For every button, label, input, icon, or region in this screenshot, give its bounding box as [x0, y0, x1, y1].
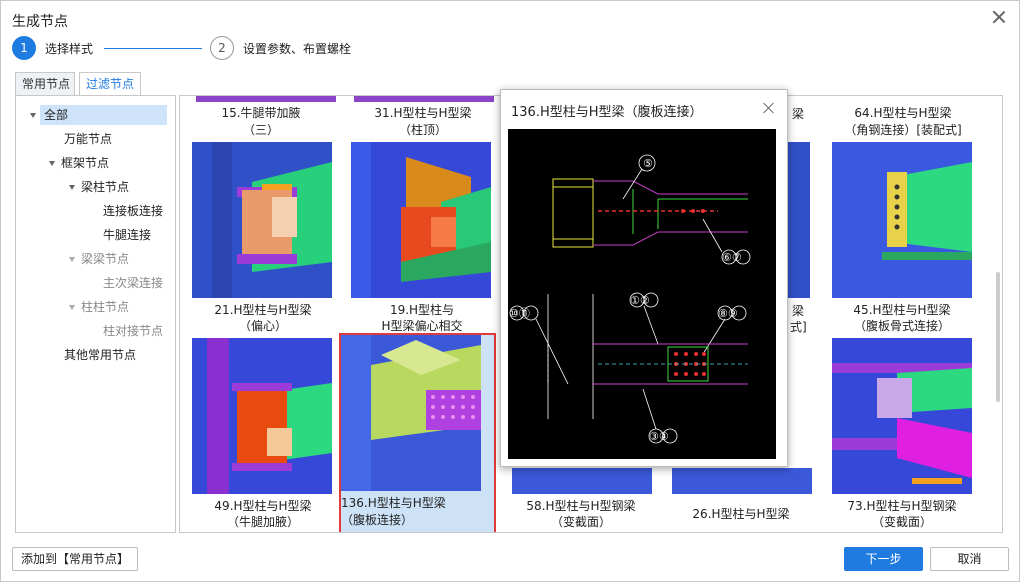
node-thumbnail: [832, 338, 972, 494]
node-caption: （变截面）: [550, 515, 611, 529]
node-caption: （柱顶）: [398, 123, 447, 137]
node-caption-fragment: 梁: [792, 107, 805, 121]
node-thumbnail: [832, 142, 972, 298]
node-caption-fragment: 式]: [790, 320, 807, 334]
tree-item-plate-connection[interactable]: 连接板连接: [103, 201, 163, 221]
tree-item-beam-column[interactable]: 梁柱节点: [69, 177, 129, 197]
step-1-label: 选择样式: [45, 42, 94, 56]
tree-item-label: 全部: [44, 108, 69, 122]
callout-6-7: ⑥⑦: [722, 251, 742, 264]
node-caption: （角钢连接）[装配式]: [844, 123, 962, 137]
tree-item-main-secondary[interactable]: 主次梁连接: [103, 273, 163, 293]
node-caption: （偏心）: [238, 319, 287, 333]
next-button[interactable]: 下一步: [844, 547, 923, 571]
step-indicator: 1 选择样式 2 设置参数、布置螺栓: [12, 36, 432, 62]
tree-item-label: 框架节点: [61, 156, 110, 170]
preview-title: 136.H型柱与H型梁（腹板连接）: [511, 105, 703, 120]
caret-down-icon: [30, 113, 36, 118]
node-caption: 49.H型柱与H型梁: [214, 499, 312, 513]
node-caption: 136.H型柱与H型梁: [341, 496, 446, 510]
node-caption: （三）: [242, 123, 279, 137]
node-caption: 26.H型柱与H型梁: [692, 507, 790, 521]
generate-node-dialog: 生成节点 1 选择样式 2 设置参数、布置螺栓 常用节点 过滤节点 全部 万能节…: [0, 0, 1020, 582]
node-thumbnail: [512, 468, 652, 494]
cancel-button[interactable]: 取消: [930, 547, 1009, 571]
preview-cad-drawing: ⑤ ⑥⑦ ⑩⑪ ①② ⑧⑨ ③④: [508, 129, 776, 459]
step-connector: [104, 48, 202, 49]
tree-item-all[interactable]: 全部: [30, 105, 167, 125]
tree-item-label: 梁梁节点: [81, 252, 130, 266]
tree-item-other[interactable]: 其他常用节点: [64, 345, 136, 365]
node-caption: 31.H型柱与H型梁: [374, 106, 472, 120]
node-caption: H型梁偏心相交: [381, 319, 463, 333]
callout-8-9: ⑧⑨: [718, 307, 738, 320]
node-preview-popup: 136.H型柱与H型梁（腹板连接） ⑤ ⑥⑦ ⑩⑪ ①② ⑧⑨ ③④: [500, 89, 788, 467]
category-tree: 全部 万能节点 框架节点 梁柱节点 连接板连接 牛腿连接 梁梁节点 主次梁连接 …: [15, 95, 176, 533]
node-caption: 15.牛腿带加腋: [221, 106, 301, 120]
callout-1-2: ①②: [630, 294, 650, 307]
add-to-favorites-button[interactable]: 添加到【常用节点】: [12, 547, 138, 571]
thumbnail-strip: [196, 96, 336, 102]
caret-down-icon: [49, 161, 55, 166]
tree-item-frame[interactable]: 框架节点: [49, 153, 109, 173]
tree-item-bracket-connection[interactable]: 牛腿连接: [103, 225, 151, 245]
tree-item-universal[interactable]: 万能节点: [64, 129, 112, 149]
node-caption: 73.H型柱与H型钢梁: [847, 499, 957, 513]
step-2-circle: 2: [210, 36, 234, 60]
node-caption: （牛腿加腋）: [226, 515, 299, 529]
tree-item-column-column[interactable]: 柱柱节点: [69, 297, 129, 317]
node-caption: 21.H型柱与H型梁: [214, 303, 312, 317]
node-caption: 45.H型柱与H型梁: [853, 303, 951, 317]
node-caption: 64.H型柱与H型梁: [854, 106, 952, 120]
callout-3-4: ③④: [649, 430, 669, 443]
node-thumbnail: [351, 142, 491, 298]
tree-item-label: 梁柱节点: [81, 180, 130, 194]
node-caption: （变截面）: [871, 515, 932, 529]
node-thumbnail: [192, 142, 332, 298]
node-caption-fragment: 梁: [792, 304, 805, 318]
callout-10-11: ⑩⑪: [509, 307, 530, 320]
tree-item-label: 柱柱节点: [81, 300, 130, 314]
tree-item-column-splice[interactable]: 柱对接节点: [103, 321, 163, 341]
caret-down-icon: [69, 185, 75, 190]
step-2-label: 设置参数、布置螺栓: [243, 42, 352, 56]
grid-scrollbar[interactable]: [995, 97, 1001, 531]
dialog-title: 生成节点: [12, 14, 68, 30]
node-caption: 58.H型柱与H型钢梁: [526, 499, 636, 513]
thumbnail-strip: [354, 96, 494, 102]
tree-item-beam-beam[interactable]: 梁梁节点: [69, 249, 129, 269]
close-icon[interactable]: [991, 9, 1007, 25]
node-thumbnail: [672, 468, 812, 494]
tab-filter-nodes[interactable]: 过滤节点: [79, 72, 141, 95]
node-caption: （腹板连接）: [341, 513, 414, 527]
tab-common-nodes[interactable]: 常用节点: [15, 72, 75, 95]
callout-5: ⑤: [643, 157, 653, 170]
scrollbar-thumb[interactable]: [996, 272, 1000, 402]
caret-down-icon: [69, 257, 75, 262]
node-caption: （腹板骨式连接）: [853, 319, 950, 333]
caret-down-icon: [69, 305, 75, 310]
preview-close-icon[interactable]: [763, 102, 775, 114]
node-caption: 19.H型柱与: [389, 303, 455, 317]
node-thumbnail: [341, 335, 494, 494]
step-1-circle: 1: [12, 36, 36, 60]
node-thumbnail: [192, 338, 332, 494]
node-card-136-selected[interactable]: 136.H型柱与H型梁 （腹板连接）: [339, 333, 496, 532]
